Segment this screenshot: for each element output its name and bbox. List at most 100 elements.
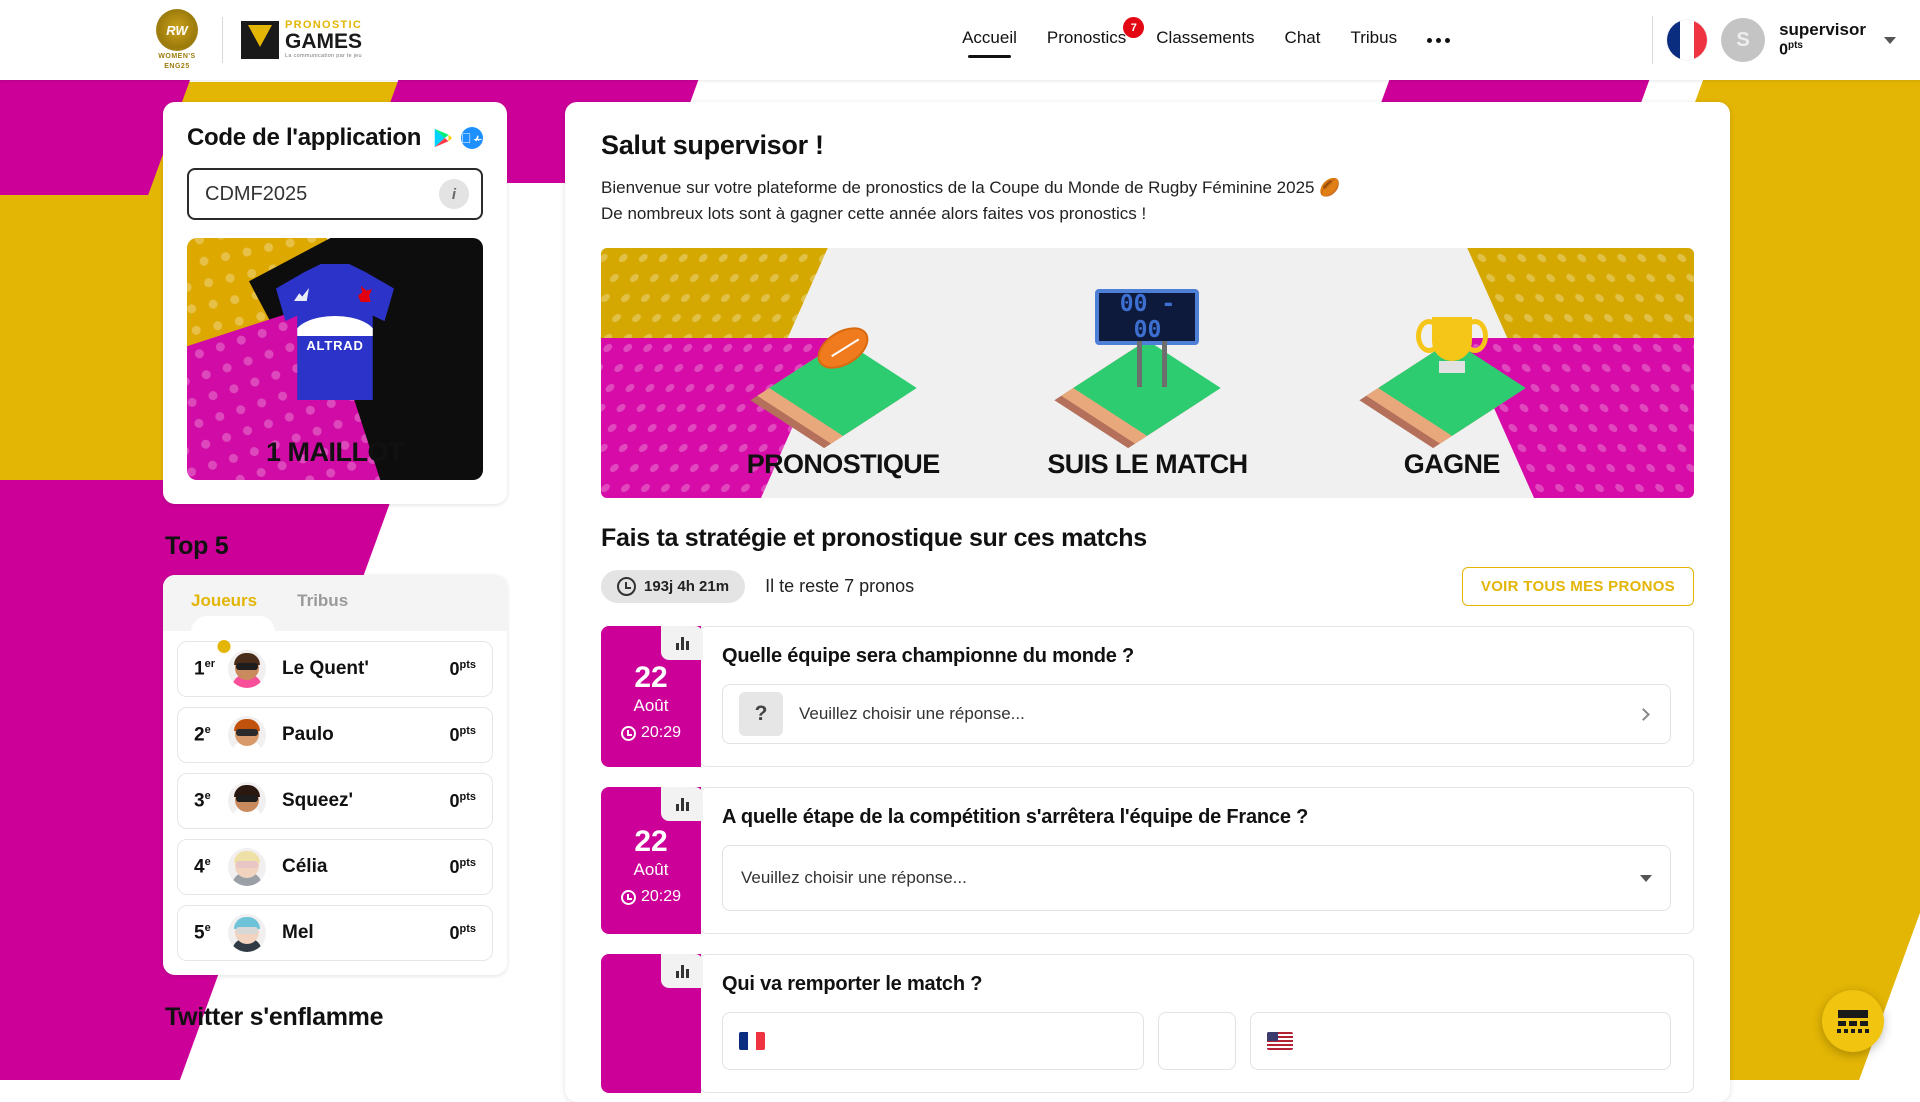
tab-tribus-label: Tribus <box>297 591 348 610</box>
pronostic-games-mark-icon <box>241 21 279 59</box>
leaderboard-row[interactable]: 4eCélia0pts <box>177 839 493 895</box>
app-code-field[interactable]: CDMF2025 i <box>187 168 483 220</box>
prediction-day: 22 <box>634 663 667 693</box>
keyboard-widget-icon[interactable] <box>1822 990 1884 1052</box>
page-title: Salut supervisor ! <box>601 130 1694 161</box>
leaderboard-row[interactable]: 3eSqueez'0pts <box>177 773 493 829</box>
hero-step-gagne: GAGNE <box>1327 283 1577 480</box>
pg-logo-big: GAMES <box>285 31 362 52</box>
nav-item-accueil[interactable]: Accueil <box>962 28 1017 52</box>
app-code-value: CDMF2025 <box>205 183 307 206</box>
nav-item-classements[interactable]: Classements <box>1156 28 1254 52</box>
draw-option[interactable] <box>1158 1012 1236 1070</box>
see-all-pronos-button[interactable]: VOIR TOUS MES PRONOS <box>1462 567 1694 606</box>
tab-tribus[interactable]: Tribus <box>297 591 348 631</box>
predictions-list: 22Août20:29Quelle équipe sera championne… <box>601 626 1694 1093</box>
rank-position: 5e <box>194 922 228 944</box>
prediction-item: 22Août20:29Quelle équipe sera championne… <box>601 626 1694 767</box>
info-icon[interactable]: i <box>439 179 469 209</box>
welcome-text: Bienvenue sur votre plateforme de pronos… <box>601 175 1694 226</box>
player-points-unit: pts <box>460 923 477 935</box>
rank-suffix: e <box>205 724 211 736</box>
nav-label-accueil: Accueil <box>962 28 1017 47</box>
google-play-icon[interactable] <box>432 127 454 149</box>
user-name: supervisor <box>1779 20 1866 40</box>
maillot-promo-banner[interactable]: ALTRAD 1 MAILLOT <box>187 238 483 480</box>
prediction-day: 22 <box>634 827 667 857</box>
prediction-item: Qui va remporter le match ? <box>601 954 1694 1093</box>
jersey-coq-icon <box>358 286 372 302</box>
french-flag-icon[interactable] <box>1667 20 1707 60</box>
strategy-bar: 193j 4h 21m Il te reste 7 pronos VOIR TO… <box>601 567 1694 606</box>
prediction-question: A quelle étape de la compétition s'arrêt… <box>722 806 1671 829</box>
player-points-unit: pts <box>460 725 477 737</box>
chevron-right-icon <box>1637 708 1650 721</box>
countdown-pill: 193j 4h 21m <box>601 570 745 603</box>
question-mark-icon: ? <box>739 692 783 736</box>
maillot-label: 1 MAILLOT <box>187 437 483 468</box>
hero-steps: PRONOSTIQUE 00 - 00 SUIS LE MATCH <box>601 248 1694 498</box>
team-away-option[interactable] <box>1250 1012 1672 1070</box>
player-name: Célia <box>282 856 449 878</box>
team-home-option[interactable] <box>722 1012 1144 1070</box>
nav-item-chat[interactable]: Chat <box>1285 28 1321 52</box>
jersey-swoosh <box>294 316 376 336</box>
leaderboard-row[interactable]: 2ePaulo0pts <box>177 707 493 763</box>
bar-chart-icon[interactable] <box>661 954 703 988</box>
rank-suffix: e <box>205 790 211 802</box>
rank-position: 2e <box>194 724 228 746</box>
player-points-unit: pts <box>460 857 477 869</box>
player-points-unit: pts <box>460 659 477 671</box>
nav-label-pronostics: Pronostics <box>1047 28 1126 47</box>
hero-label-3: GAGNE <box>1327 449 1577 480</box>
strategy-title: Fais ta stratégie et pronostique sur ces… <box>601 524 1694 553</box>
hero-step-pronostique: PRONOSTIQUE <box>718 283 968 480</box>
hero-art-2: 00 - 00 <box>1022 283 1272 443</box>
team-choice-row <box>722 1012 1671 1070</box>
player-points: 0pts <box>449 857 476 878</box>
app-store-icon[interactable]:  <box>461 127 483 149</box>
prediction-item: 22Août20:29A quelle étape de la compétit… <box>601 787 1694 934</box>
rwc-logo[interactable]: RW WOMEN'S ENG25 <box>150 9 204 71</box>
france-flag-icon <box>739 1032 765 1050</box>
prediction-date-block <box>601 954 701 1093</box>
app-code-card: Code de l'application  CDMF2025 i <box>163 102 507 504</box>
chevron-down-icon <box>1640 875 1652 882</box>
prediction-date-block: 22Août20:29 <box>601 626 701 767</box>
avatar-initial: S <box>1736 29 1749 52</box>
countdown-text: 193j 4h 21m <box>644 578 729 595</box>
nav-item-tribus[interactable]: Tribus <box>1350 28 1397 52</box>
remaining-pronos-text: Il te reste 7 pronos <box>765 576 914 597</box>
nav-item-pronostics[interactable]: Pronostics 7 <box>1047 28 1126 52</box>
user-points: 0pts <box>1779 40 1866 60</box>
main-panel: Salut supervisor ! Bienvenue sur votre p… <box>565 102 1730 1102</box>
welcome-line-1: Bienvenue sur votre plateforme de pronos… <box>601 175 1694 201</box>
top5-title: Top 5 <box>165 532 507 561</box>
page-body: Code de l'application  CDMF2025 i <box>0 80 1920 1080</box>
tab-notch <box>191 616 275 632</box>
jersey-brand-icon <box>294 288 309 301</box>
ellipsis-icon[interactable] <box>1427 38 1450 43</box>
player-points: 0pts <box>449 791 476 812</box>
avatar[interactable]: S <box>1721 18 1765 62</box>
answer-picker[interactable]: ?Veuillez choisir une réponse... <box>722 684 1671 744</box>
player-avatar-icon <box>228 716 266 754</box>
welcome-line-2: De nombreux lots sont à gagner cette ann… <box>601 201 1694 227</box>
scoreboard-leg-right <box>1162 341 1167 387</box>
hero-label-1: PRONOSTIQUE <box>718 449 968 480</box>
leaderboard-row[interactable]: 5eMel0pts <box>177 905 493 961</box>
answer-select[interactable]: Veuillez choisir une réponse... <box>722 845 1671 911</box>
rank-suffix: er <box>205 658 215 670</box>
pronostic-games-logo[interactable]: PRONOSTIC GAMES La communication par le … <box>241 20 362 60</box>
bar-chart-icon[interactable] <box>661 787 703 821</box>
bar-chart-icon[interactable] <box>661 626 703 660</box>
prediction-card: Qui va remporter le match ? <box>699 954 1694 1093</box>
user-zone: S supervisor 0pts <box>1652 16 1896 64</box>
clock-icon <box>617 577 636 596</box>
rwc-emblem-icon: RW <box>156 9 198 51</box>
user-meta: supervisor 0pts <box>1779 20 1866 59</box>
hero-label-2: SUIS LE MATCH <box>1022 449 1272 480</box>
rank-suffix: e <box>205 922 211 934</box>
chevron-down-icon[interactable] <box>1884 37 1896 44</box>
rank-position: 1er <box>194 658 228 680</box>
